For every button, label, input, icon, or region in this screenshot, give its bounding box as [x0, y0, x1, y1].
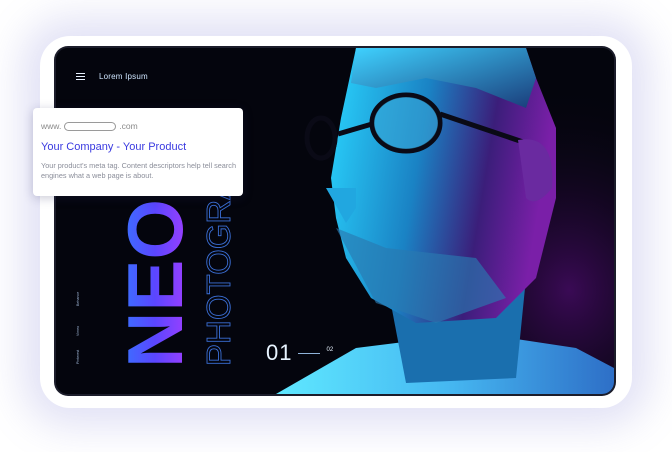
menu-icon[interactable]: [76, 73, 85, 80]
preview-url: www. .com: [41, 121, 138, 131]
preview-title[interactable]: Your Company - Your Product: [41, 141, 186, 153]
slide-next[interactable]: 02: [326, 347, 333, 353]
hero-word-neo-text: NEO: [116, 200, 196, 368]
social-link-pinterest[interactable]: Pinterest: [76, 350, 80, 364]
brand-name[interactable]: Lorem Ipsum: [99, 72, 148, 81]
slide-counter: 01 02: [266, 340, 333, 366]
hero-word-photography: PHOTOGRA: [200, 188, 234, 366]
hero-word-neo: NEO: [116, 200, 196, 368]
hero-word-photography-text: PHOTOGRA: [200, 188, 234, 366]
preview-description: Your product's meta tag. Content descrip…: [41, 161, 237, 180]
social-link-behance[interactable]: Behance: [76, 292, 80, 306]
social-link-vimeo[interactable]: Vimeo: [76, 326, 80, 336]
url-prefix: www.: [41, 121, 62, 131]
url-domain-placeholder: [64, 121, 117, 131]
url-suffix: .com: [119, 121, 138, 131]
slide-current: 01: [266, 340, 293, 365]
social-links: Pinterest Vimeo Behance: [72, 276, 86, 366]
slide-divider: [298, 352, 321, 354]
top-nav: Lorem Ipsum: [76, 72, 148, 81]
website-preview-window: Lorem Ipsum Pinterest Vimeo Behance NEO …: [56, 48, 614, 394]
search-result-preview-card: www. .com Your Company - Your Product Yo…: [33, 108, 243, 196]
